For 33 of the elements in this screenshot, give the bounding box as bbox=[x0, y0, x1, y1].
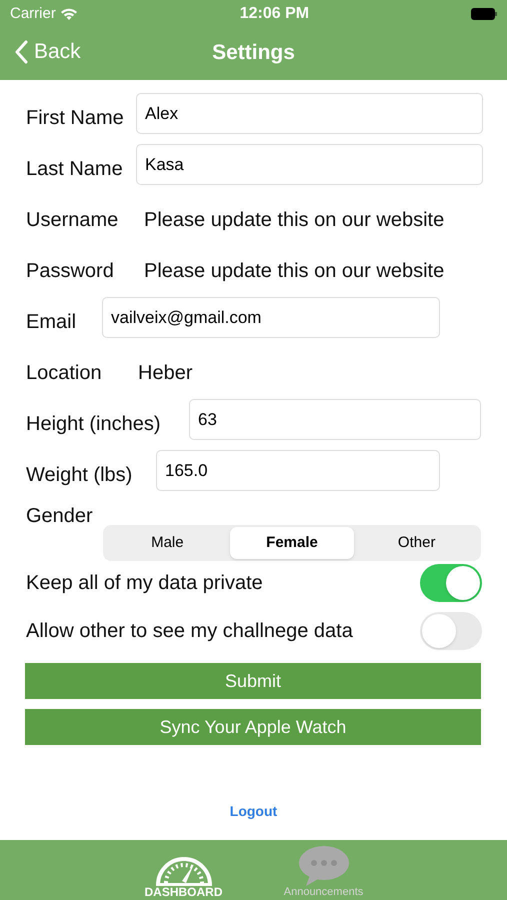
toggle-switch[interactable] bbox=[420, 612, 482, 650]
field-label: Weight (lbs) bbox=[26, 463, 132, 488]
field-label: Location bbox=[26, 361, 102, 386]
segment-option[interactable]: Male bbox=[105, 527, 230, 559]
segment-option[interactable]: Female bbox=[230, 527, 354, 559]
chevron-left-icon bbox=[14, 40, 28, 64]
input-field[interactable]: 165.0 bbox=[156, 450, 440, 491]
field-label: Height (inches) bbox=[26, 412, 161, 437]
speech-bubble-icon bbox=[298, 845, 350, 887]
input-field[interactable]: Kasa bbox=[136, 144, 483, 185]
battery-icon bbox=[471, 8, 497, 20]
field-value: Please update this on our website bbox=[144, 259, 444, 284]
field-value: Please update this on our website bbox=[144, 208, 444, 233]
field-value: Heber bbox=[138, 361, 192, 386]
field-label: Last Name bbox=[26, 157, 123, 182]
input-field[interactable]: Alex bbox=[136, 93, 483, 134]
field-label: Username bbox=[26, 208, 118, 233]
field-label: Email bbox=[26, 310, 76, 335]
gender-segmented-control[interactable]: Male Female Other bbox=[103, 525, 481, 561]
wifi-icon bbox=[60, 8, 78, 20]
field-label: First Name bbox=[26, 106, 124, 131]
status-time: 12:06 PM bbox=[240, 4, 310, 24]
field-label: Password bbox=[26, 259, 114, 284]
logout-link[interactable]: Logout bbox=[230, 801, 278, 822]
toggle-switch[interactable] bbox=[420, 564, 482, 602]
page-title: Settings bbox=[212, 40, 295, 66]
field-label: Gender bbox=[26, 504, 93, 529]
input-field[interactable]: 63 bbox=[189, 399, 481, 440]
toggle-label: Keep all of my data private bbox=[25, 571, 263, 596]
toggle-label: Allow other to see my challnege data bbox=[25, 619, 353, 644]
input-field[interactable]: vailveix@gmail.com bbox=[102, 297, 440, 338]
segment-option[interactable]: Other bbox=[354, 527, 480, 559]
carrier-label: Carrier bbox=[10, 4, 56, 24]
